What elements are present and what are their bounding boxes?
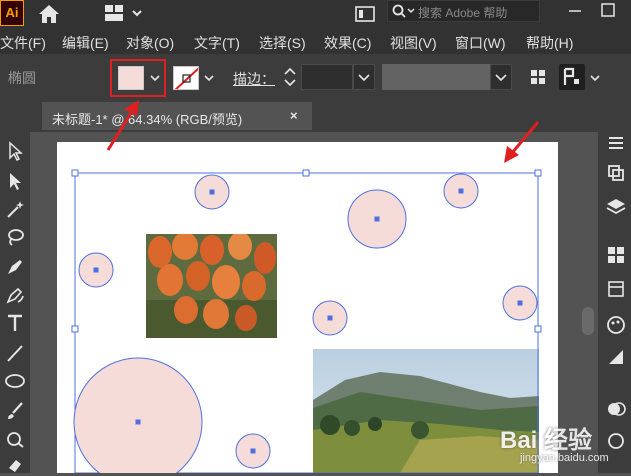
swatches-panel-icon[interactable]	[605, 244, 627, 266]
shaper-tool-icon[interactable]	[4, 428, 26, 450]
type-tool-icon[interactable]	[4, 312, 26, 334]
stroke-color-swatch[interactable]	[173, 66, 199, 90]
menu-view[interactable]: 视图(V)	[390, 33, 437, 53]
maximize-icon[interactable]	[595, 0, 621, 22]
layers-panel-icon[interactable]	[605, 196, 627, 218]
line-tool-icon[interactable]	[4, 342, 26, 364]
pathfinder-panel-icon[interactable]	[605, 398, 627, 420]
minimize-icon[interactable]	[562, 0, 588, 22]
chevron-down-icon	[495, 74, 507, 82]
menu-window[interactable]: 窗口(W)	[455, 33, 506, 53]
transform-button[interactable]	[559, 64, 585, 90]
document-tab-title[interactable]: 未标题-1* @ 64.34% (RGB/预览)	[52, 109, 242, 128]
stroke-width-dropdown[interactable]	[353, 64, 375, 90]
search-input[interactable]: 搜索 Adobe 帮助	[387, 0, 540, 22]
ellipse-tool-icon[interactable]	[4, 370, 26, 392]
right-panels-dock	[598, 100, 631, 473]
paintbrush-tool-icon[interactable]	[4, 400, 26, 422]
stroke-label: 描边：	[233, 71, 275, 87]
menu-object[interactable]: 对象(O)	[126, 33, 174, 53]
menu-select[interactable]: 选择(S)	[259, 33, 306, 53]
transform-chevron-down-icon[interactable]	[590, 74, 600, 82]
close-tab-icon[interactable]: ×	[290, 108, 298, 123]
lasso-tool-icon[interactable]	[4, 226, 26, 248]
stroke-width-stepper[interactable]	[281, 64, 299, 90]
watermark-url: jingyan.baidu.com	[520, 452, 609, 464]
menu-effect[interactable]: 效果(C)	[324, 33, 371, 53]
no-stroke-icon	[174, 67, 198, 89]
home-icon[interactable]	[36, 2, 62, 26]
stroke-chevron-down-icon[interactable]	[204, 74, 214, 82]
pen-tool-icon[interactable]	[4, 256, 26, 278]
watermark-logo: Bai 经验	[500, 427, 593, 454]
variable-width-profile[interactable]	[382, 64, 490, 90]
curvature-tool-icon[interactable]	[4, 284, 26, 306]
tools-panel	[0, 100, 30, 473]
fill-chevron-down-icon[interactable]	[150, 74, 160, 82]
color-guide-panel-icon[interactable]	[605, 314, 627, 336]
chevron-down-icon	[358, 74, 370, 82]
properties-panel-icon[interactable]	[605, 132, 627, 154]
menu-edit[interactable]: 编辑(E)	[62, 33, 109, 53]
panel-toggle-icon[interactable]	[353, 3, 377, 25]
profile-dropdown[interactable]	[490, 64, 512, 90]
stroke-width-input[interactable]	[301, 64, 353, 90]
direct-selection-tool-icon[interactable]	[4, 170, 26, 192]
menu-help[interactable]: 帮助(H)	[526, 33, 573, 53]
fill-color-swatch[interactable]	[118, 66, 144, 90]
menu-type[interactable]: 文字(T)	[194, 33, 240, 53]
tulip-photo[interactable]	[146, 232, 277, 338]
scrollbar-thumb[interactable]	[582, 307, 594, 335]
selection-type-label: 椭圆	[8, 70, 36, 86]
magic-wand-tool-icon[interactable]	[4, 198, 26, 220]
app-logo: Ai	[0, 0, 24, 26]
libraries-panel-icon[interactable]	[605, 162, 627, 184]
brushes-panel-icon[interactable]	[605, 278, 627, 300]
transform-icon	[563, 67, 579, 85]
selection-tool-icon[interactable]	[4, 140, 26, 162]
gradient-panel-icon[interactable]	[605, 346, 627, 368]
arrange-documents-icon[interactable]	[103, 2, 147, 24]
search-icon	[392, 4, 415, 18]
menu-file[interactable]: 文件(F)	[0, 33, 46, 53]
transparency-panel-icon[interactable]	[605, 430, 627, 452]
menu-bar: 文件(F) 编辑(E) 对象(O) 文字(T) 选择(S) 效果(C) 视图(V…	[0, 28, 631, 54]
align-grid-icon[interactable]	[528, 66, 548, 88]
search-placeholder: 搜索 Adobe 帮助	[418, 6, 508, 20]
